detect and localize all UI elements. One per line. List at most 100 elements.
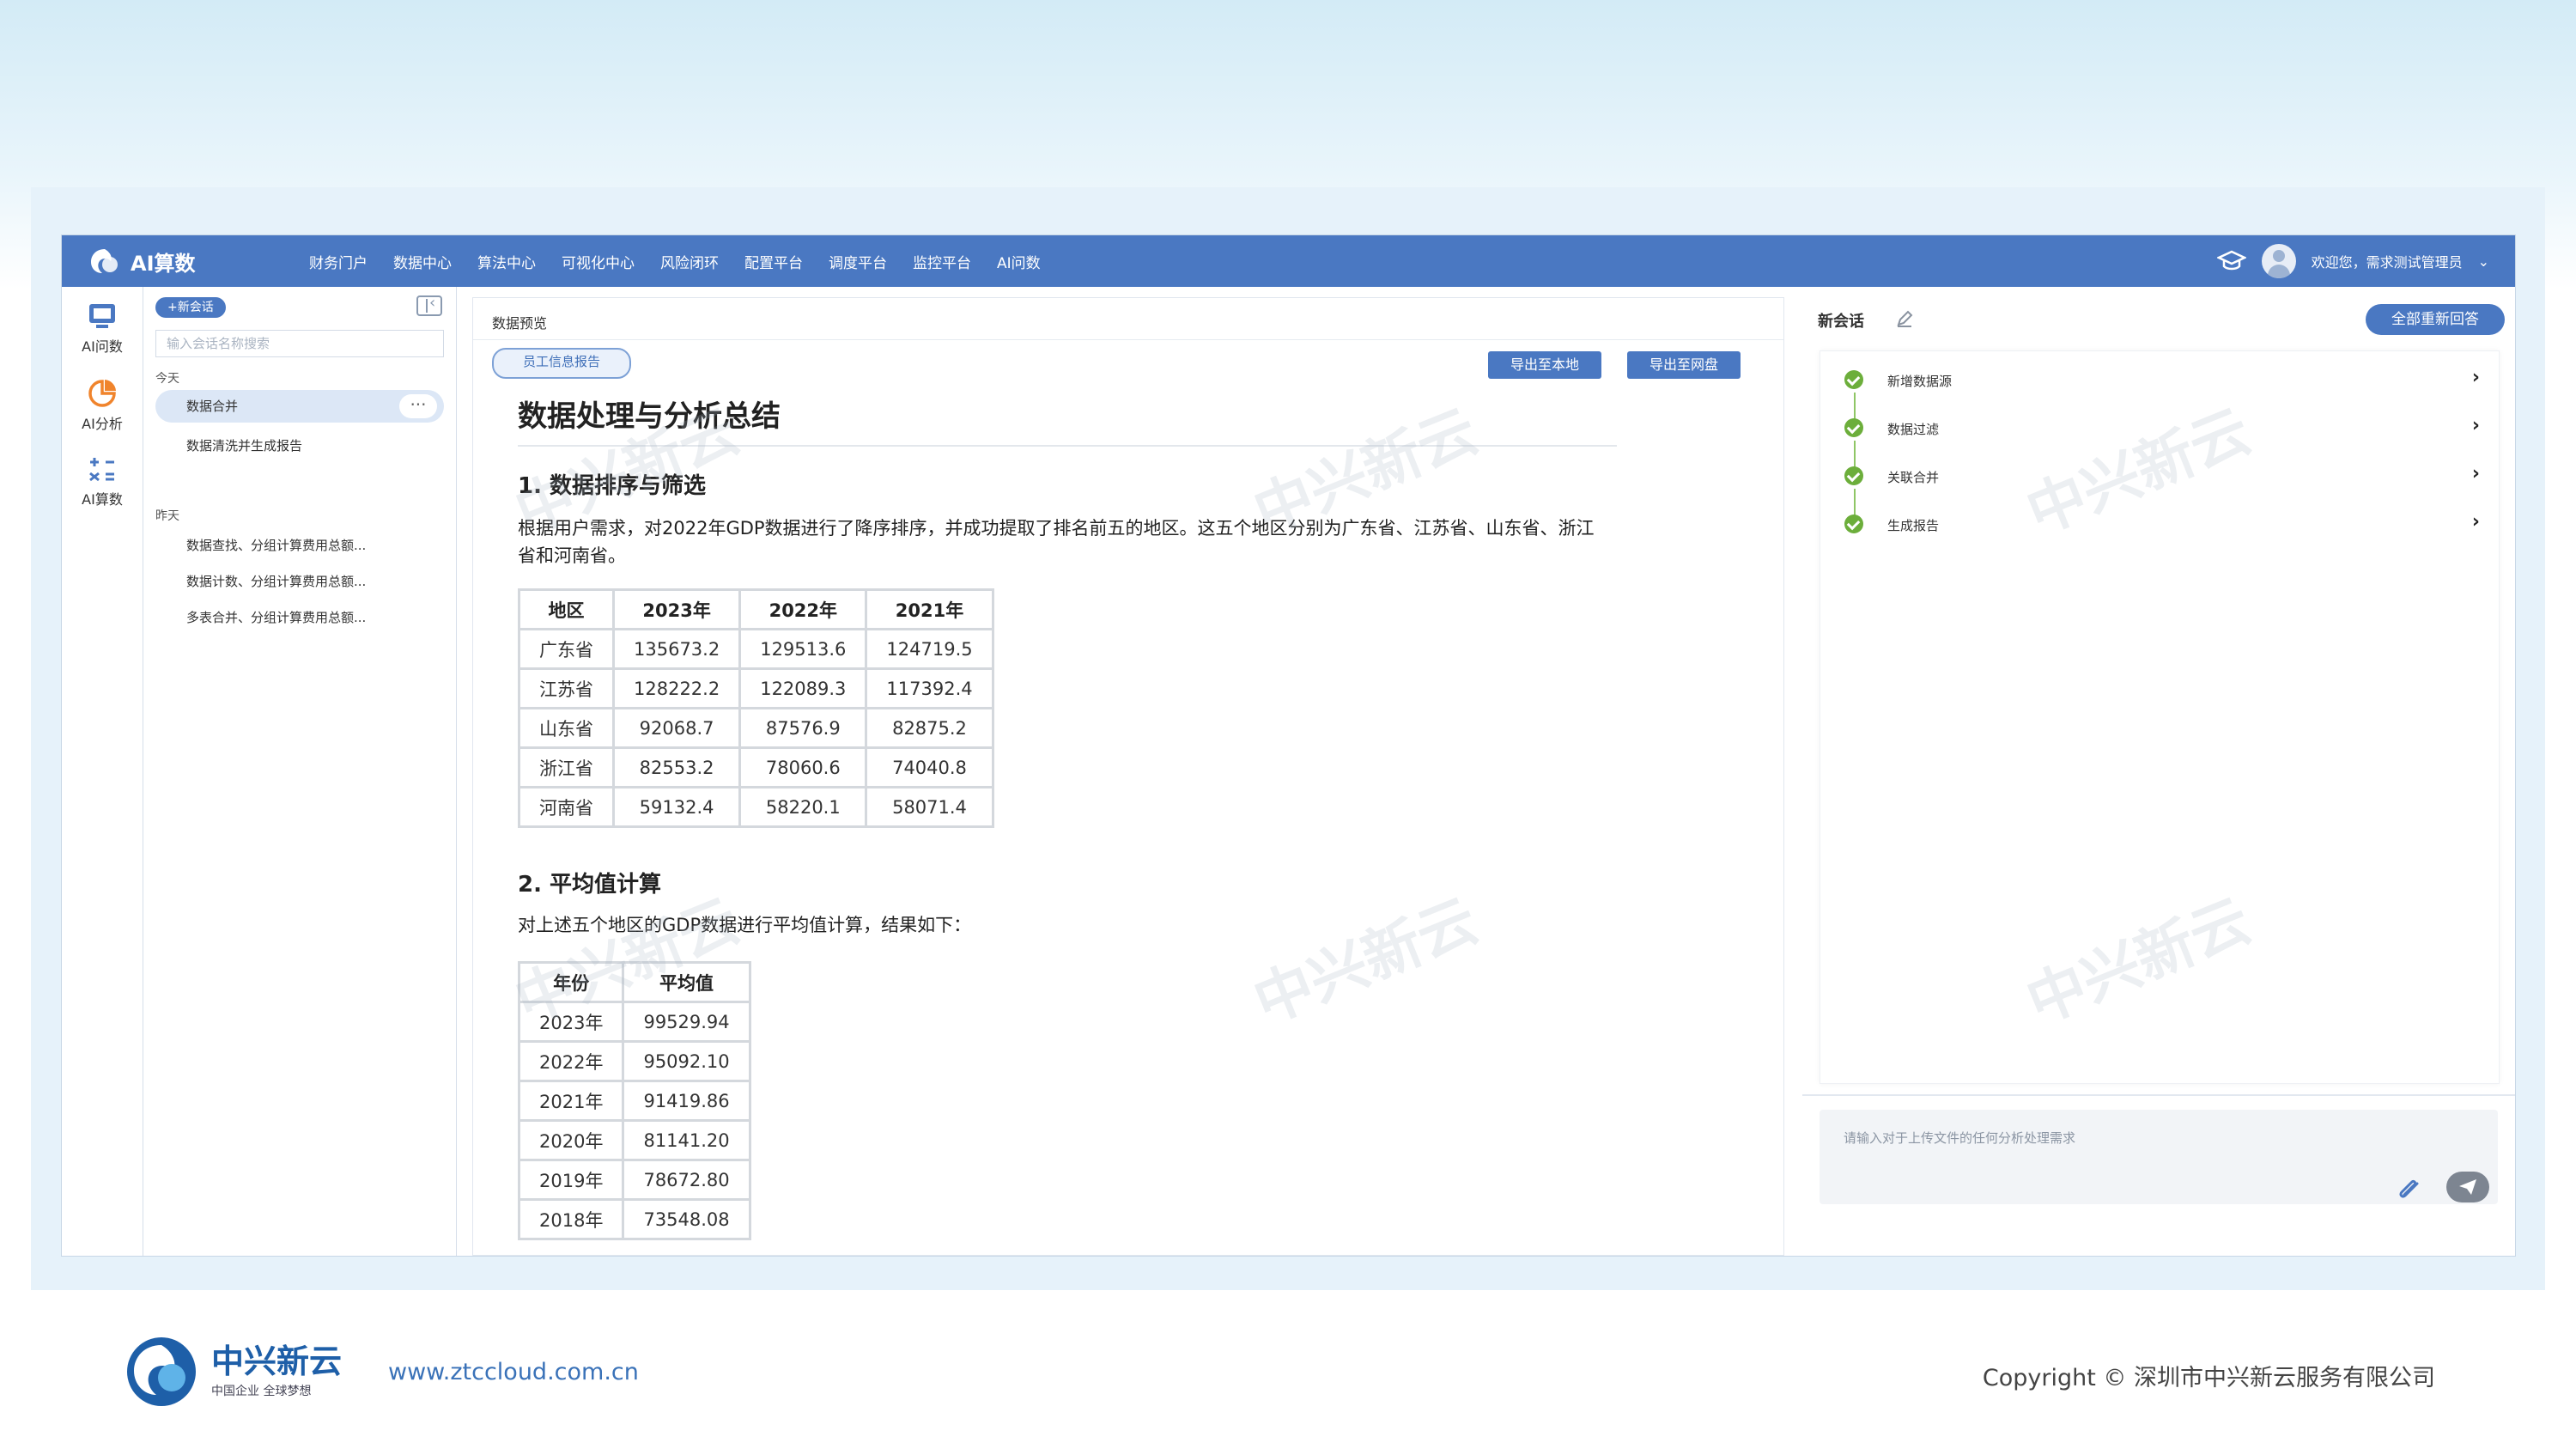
check-circle-icon	[1844, 514, 1863, 533]
table-cell: 58220.1	[738, 786, 868, 828]
file-tag[interactable]: 员工信息报告	[492, 348, 632, 379]
table-cell: 2022年	[517, 1040, 625, 1082]
rail-item-ai-calc[interactable]: AI算数	[62, 455, 143, 508]
table-cell: 117392.4	[865, 667, 994, 709]
footer-brand: 中兴新云	[211, 1342, 343, 1380]
send-button[interactable]	[2446, 1172, 2489, 1202]
avatar[interactable]	[2261, 244, 2296, 278]
rail-label: AI算数	[82, 491, 123, 508]
step-item[interactable]: 新增数据源 ›	[1844, 367, 2480, 393]
nav-item-ai-query[interactable]: AI问数	[997, 251, 1041, 272]
session-item-label: 数据查找、分组计算费用总额...	[186, 538, 367, 553]
step-item[interactable]: 生成报告 ›	[1844, 511, 2480, 537]
new-session-button[interactable]: +新会话	[155, 297, 226, 318]
more-options-icon[interactable]: ···	[399, 394, 437, 418]
gdp-table: 地区 2023年 2022年 2021年 广东省 135673.2 129513…	[518, 588, 994, 828]
table-cell: 87576.9	[738, 707, 868, 749]
graduation-cap-icon[interactable]	[2216, 250, 2246, 272]
check-circle-icon	[1844, 418, 1863, 437]
export-local-button[interactable]: 导出至本地	[1488, 351, 1602, 379]
table-cell: 122089.3	[738, 667, 868, 709]
nav-item-visualization-center[interactable]: 可视化中心	[562, 251, 635, 272]
table-cell: 山东省	[518, 707, 615, 749]
table-cell: 128222.2	[611, 667, 742, 709]
nav-item-algorithm-center[interactable]: 算法中心	[477, 251, 536, 272]
chat-monitor-icon	[89, 304, 115, 328]
step-label: 新增数据源	[1887, 374, 1953, 389]
divider	[1802, 1094, 2515, 1096]
table-cell: 129513.6	[738, 628, 868, 670]
nav-item-risk-loop[interactable]: 风险闭环	[660, 251, 719, 272]
chevron-right-icon[interactable]: ›	[2472, 463, 2480, 484]
step-item[interactable]: 数据过滤 ›	[1844, 415, 2480, 441]
user-area: 欢迎您，需求测试管理员 ⌄	[2216, 235, 2489, 287]
processing-steps: 新增数据源 › 数据过滤 › 关联合并 › 生成报告 ›	[1820, 350, 2500, 1084]
session-item-label: 多表合并、分组计算费用总额...	[186, 610, 367, 625]
nav-item-scheduling-platform[interactable]: 调度平台	[829, 251, 887, 272]
report-document: 数据处理与分析总结 1. 数据排序与筛选 根据用户需求，对2022年GDP数据进…	[517, 393, 1617, 1240]
session-item-label: 数据计数、分组计算费用总额...	[186, 574, 367, 589]
table-cell: 78060.6	[738, 746, 868, 788]
table-header-row: 地区 2023年 2022年 2021年	[518, 588, 994, 630]
table-row: 2019年 78672.80	[517, 1159, 751, 1201]
chat-input[interactable]: 请输入对于上传文件的任何分析处理需求	[1820, 1110, 2498, 1204]
step-label: 数据过滤	[1887, 422, 1940, 437]
table-row: 2018年 73548.08	[517, 1198, 751, 1240]
table-cell: 2018年	[517, 1198, 625, 1240]
session-item[interactable]: 数据查找、分组计算费用总额...	[155, 529, 444, 562]
chevron-right-icon[interactable]: ›	[2472, 367, 2480, 388]
data-preview-panel: 数据预览 员工信息报告 导出至本地 导出至网盘 数据处理与分析总结 1. 数据排…	[472, 297, 1784, 1256]
footer-url[interactable]: www.ztccloud.com.cn	[388, 1359, 639, 1385]
app-logo[interactable]: AI算数	[88, 246, 196, 277]
column-header: 年份	[517, 961, 625, 1003]
session-sidebar: +新会话 输入会话名称搜索 今天 数据合并 ··· 数据清洗并生成报告 昨天 数…	[143, 287, 457, 1256]
chevron-right-icon[interactable]: ›	[2472, 511, 2480, 533]
nav-item-config-platform[interactable]: 配置平台	[744, 251, 803, 272]
top-nav-bar: AI算数 财务门户 数据中心 算法中心 可视化中心 风险闭环 配置平台 调度平台…	[62, 235, 2515, 287]
edit-icon[interactable]	[1895, 309, 1914, 328]
table-cell: 2021年	[517, 1080, 625, 1122]
session-item[interactable]: 数据计数、分组计算费用总额...	[155, 565, 444, 598]
nav-item-finance-portal[interactable]: 财务门户	[309, 251, 368, 272]
chevron-right-icon[interactable]: ›	[2472, 415, 2480, 436]
regenerate-all-button[interactable]: 全部重新回答	[2366, 304, 2505, 335]
rail-item-ai-analysis[interactable]: AI分析	[62, 378, 143, 433]
chevron-down-icon[interactable]: ⌄	[2478, 253, 2489, 270]
table-cell: 135673.2	[611, 628, 742, 670]
section-text: 对上述五个地区的GDP数据进行平均值计算，结果如下：	[518, 915, 972, 935]
table-cell: 81141.20	[622, 1119, 751, 1161]
column-header: 地区	[518, 588, 615, 630]
calculator-icon	[89, 458, 114, 482]
collapse-sidebar-icon[interactable]	[416, 294, 442, 316]
session-item-active[interactable]: 数据合并 ···	[155, 390, 444, 423]
table-cell: 59132.4	[611, 786, 742, 828]
cloud-logo-icon	[127, 1337, 196, 1406]
nav-item-data-center[interactable]: 数据中心	[393, 251, 452, 272]
step-item[interactable]: 关联合并 ›	[1844, 463, 2480, 489]
session-item-label: 数据合并	[186, 399, 239, 414]
column-header: 2021年	[865, 588, 994, 630]
chat-panel: 新会话 全部重新回答 新增数据源 › 数据过滤 › 关联合并 › 生成报告 › …	[1802, 297, 2515, 1256]
section-title: 1. 数据排序与筛选	[518, 473, 707, 499]
table-cell: 74040.8	[865, 746, 994, 788]
table-row: 河南省 59132.4 58220.1 58071.4	[518, 786, 994, 828]
session-item[interactable]: 数据清洗并生成报告	[155, 429, 444, 462]
table-cell: 2020年	[517, 1119, 625, 1161]
check-circle-icon	[1844, 466, 1863, 485]
group-label-today: 今天	[155, 372, 179, 386]
export-cloud-button[interactable]: 导出至网盘	[1627, 351, 1741, 379]
paperclip-icon[interactable]	[2395, 1178, 2422, 1201]
session-item[interactable]: 多表合并、分组计算费用总额...	[155, 601, 444, 634]
table-cell: 95092.10	[622, 1040, 751, 1082]
chat-title: 新会话	[1818, 313, 1864, 331]
step-label: 关联合并	[1887, 470, 1940, 485]
table-cell: 58071.4	[865, 786, 994, 828]
nav-item-monitoring-platform[interactable]: 监控平台	[913, 251, 971, 272]
send-icon	[2459, 1179, 2476, 1195]
table-row: 2021年 91419.86	[517, 1080, 751, 1122]
user-greeting[interactable]: 欢迎您，需求测试管理员	[2312, 251, 2463, 271]
table-cell: 82553.2	[611, 746, 742, 788]
session-search-input[interactable]: 输入会话名称搜索	[155, 330, 444, 357]
rail-item-ai-query[interactable]: AI问数	[62, 302, 143, 356]
table-header-row: 年份 平均值	[517, 961, 751, 1003]
